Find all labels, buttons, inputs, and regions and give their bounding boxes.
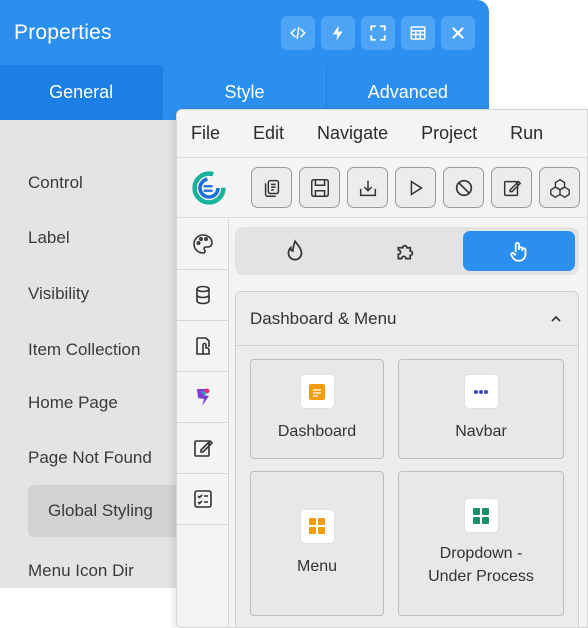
property-item-menu-icon-dir[interactable]: Menu Icon Dir [28, 561, 134, 581]
dropdown-grid-icon [464, 499, 498, 532]
component-card-menu[interactable]: Menu [250, 471, 384, 616]
puzzle-icon[interactable] [351, 231, 463, 271]
code-icon[interactable] [281, 15, 315, 50]
tab-general[interactable]: General [0, 65, 163, 120]
checklist-icon[interactable] [177, 474, 228, 525]
dashboard-icon [300, 375, 334, 408]
table-icon[interactable] [401, 15, 435, 50]
section-title: Dashboard & Menu [250, 308, 397, 328]
properties-actions [281, 15, 475, 50]
ide-content: Dashboard & Menu Dashboard Navbar Menu D… [235, 227, 579, 627]
menu-edit[interactable]: Edit [253, 123, 284, 144]
component-section: Dashboard & Menu Dashboard Navbar Menu D… [235, 291, 579, 627]
menu-navigate[interactable]: Navigate [317, 123, 388, 144]
property-item-global-styling[interactable]: Global Styling [28, 485, 188, 537]
menu-run[interactable]: Run [510, 123, 543, 144]
properties-header: Properties [0, 0, 489, 65]
menu-bar: File Edit Navigate Project Run [177, 110, 587, 158]
edit-icon[interactable] [177, 423, 228, 474]
plugin-icon[interactable] [177, 372, 228, 423]
menu-file[interactable]: File [191, 123, 220, 144]
stop-icon[interactable] [443, 167, 484, 208]
mode-switcher [235, 227, 579, 275]
save-icon[interactable] [299, 167, 340, 208]
toolbar [177, 158, 587, 218]
fullscreen-icon[interactable] [361, 15, 395, 50]
document-hand-icon[interactable] [177, 321, 228, 372]
property-item-page-not-found[interactable]: Page Not Found [28, 448, 152, 468]
blocks-icon[interactable] [539, 167, 580, 208]
menu-project[interactable]: Project [421, 123, 477, 144]
menu-grid-icon [300, 509, 334, 543]
drop-icon[interactable] [239, 231, 351, 271]
app-logo [192, 170, 226, 205]
component-card-dashboard[interactable]: Dashboard [250, 359, 384, 459]
property-item-home-page[interactable]: Home Page [28, 393, 118, 413]
component-label: Menu [296, 557, 338, 575]
component-card-dropdown[interactable]: Dropdown - Under Process [398, 471, 564, 616]
download-icon[interactable] [347, 167, 388, 208]
ide-panel: File Edit Navigate Project Run Dashboard… [176, 109, 588, 628]
property-item-visibility[interactable]: Visibility [28, 284, 89, 304]
component-label: Dropdown - Under Process [428, 545, 534, 585]
close-icon[interactable] [441, 15, 475, 50]
property-item-item-collection[interactable]: Item Collection [28, 340, 140, 360]
component-card-navbar[interactable]: Navbar [398, 359, 564, 459]
component-label: Navbar [455, 423, 507, 440]
database-icon[interactable] [177, 270, 228, 321]
property-item-control[interactable]: Control [28, 173, 83, 193]
chevron-up-icon[interactable] [548, 311, 564, 327]
lightning-icon[interactable] [321, 15, 355, 50]
play-icon[interactable] [395, 167, 436, 208]
ide-sidebar [177, 219, 229, 627]
section-header[interactable]: Dashboard & Menu [236, 292, 578, 346]
copy-icon[interactable] [251, 167, 292, 208]
component-label: Dashboard [277, 423, 357, 440]
palette-icon[interactable] [177, 219, 228, 270]
properties-title: Properties [14, 20, 112, 44]
navbar-icon [464, 375, 498, 408]
edit-icon[interactable] [491, 167, 532, 208]
touch-icon[interactable] [463, 231, 575, 271]
property-item-label[interactable]: Label [28, 228, 70, 248]
